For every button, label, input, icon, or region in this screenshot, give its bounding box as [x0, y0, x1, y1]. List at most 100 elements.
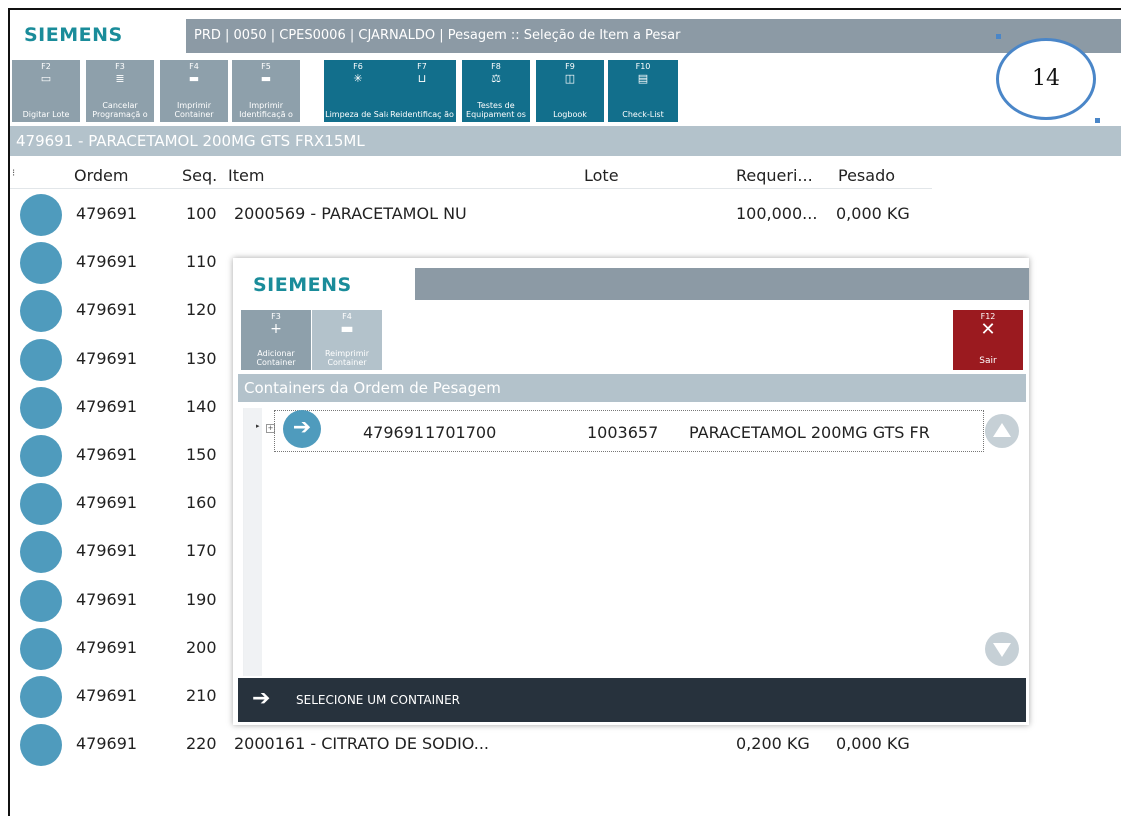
col-requerido[interactable]: Requeri... — [736, 166, 813, 185]
toolbar-label: Imprimir Container — [174, 101, 214, 119]
row-status-icon[interactable] — [20, 338, 62, 381]
toolbar-label: Reidentificaç ão — [390, 110, 454, 119]
row-seq: 140 — [186, 396, 217, 416]
row-ordem: 479691 — [76, 686, 138, 705]
row-seq: 100 — [186, 204, 217, 223]
row-item: 2000161 - CITRATO DE SODIO... — [234, 734, 489, 754]
row-status-icon[interactable] — [20, 676, 62, 718]
row-seq: 210 — [186, 686, 217, 705]
close-label: Sair — [979, 356, 997, 366]
toolbar-button-f7[interactable]: F7 ⊔ Reidentificaç ão — [388, 60, 456, 122]
container-row[interactable]: 479691 1701700 1003657 PARACETAMOL 200MG… — [274, 410, 984, 452]
annotation-badge: 14 — [996, 38, 1096, 120]
toolbar-button-f4[interactable]: F4 ▬ Imprimir Container — [160, 60, 228, 122]
column-chooser-icon[interactable]: ⁝ — [12, 168, 15, 179]
toolbar-label: Testes de Equipament os — [466, 101, 526, 119]
reidentify-icon: ⊔ — [417, 72, 427, 85]
toolbar-label: Check-List — [622, 110, 664, 119]
toolbar-label: Digitar Lote — [22, 110, 70, 119]
window-title: PRD | 0050 | CPES0006 | CJARNALDO | Pesa… — [186, 19, 1121, 53]
col-pesado[interactable]: Pesado — [838, 166, 895, 185]
keyboard-icon: ▭ — [40, 72, 52, 85]
toolbar-key: F5 — [261, 62, 271, 71]
select-container-arrow-icon[interactable]: ➔ — [283, 410, 321, 448]
row-pesado: 0,000 KG — [836, 734, 910, 754]
toolbar-button-f8[interactable]: F8 ⚖ Testes de Equipament os — [462, 60, 530, 122]
col-lote[interactable]: Lote — [584, 166, 619, 185]
row-ordem: 479691 — [76, 589, 138, 609]
book-icon: ◫ — [564, 72, 576, 85]
toolbar-button-f5[interactable]: F5 ▬ Imprimir Identificaçã o — [232, 60, 300, 122]
row-seq: 220 — [186, 734, 217, 754]
container-item-code: 1003657 — [587, 423, 659, 442]
row-ordem: 479691 — [76, 734, 138, 754]
toolbar-key: F10 — [635, 62, 651, 71]
add-container-label: Adicionar Container — [256, 349, 296, 367]
grid-header: ⁝ Ordem Seq. Item Lote Requeri... Pesado — [10, 162, 932, 189]
toolbar-button-f2[interactable]: F2 ▭ Digitar Lote — [12, 60, 80, 122]
dialog-titlebar — [415, 268, 1029, 300]
row-status-icon[interactable] — [20, 290, 62, 333]
list-gutter — [244, 408, 262, 676]
close-button[interactable]: F12 ✕ Sair — [953, 310, 1023, 370]
row-status-icon[interactable] — [20, 627, 62, 670]
toolbar-button-f10[interactable]: F10 ▤ Check-List — [608, 60, 678, 122]
scale-icon: ⚖ — [491, 72, 501, 85]
row-status-icon[interactable] — [20, 242, 62, 285]
toolbar-key: F3 — [115, 62, 125, 71]
table-row[interactable]: 479691 100 2000569 - PARACETAMOL NU 100,000… — [10, 190, 932, 238]
row-status-icon[interactable] — [20, 483, 62, 526]
scroll-up-button[interactable] — [985, 414, 1019, 448]
col-ordem[interactable]: Ordem — [74, 166, 128, 185]
row-ordem: 479691 — [76, 637, 138, 657]
toolbar-key: F9 — [565, 62, 575, 71]
row-ordem: 479691 — [76, 493, 138, 513]
col-seq[interactable]: Seq. — [182, 166, 217, 185]
toolbar-button-f9[interactable]: F9 ◫ Logbook — [536, 60, 604, 122]
toolbar-label: Logbook — [553, 110, 587, 119]
order-header: 479691 - PARACETAMOL 200MG GTS FRX15ML — [10, 126, 1121, 156]
row-status-icon[interactable] — [20, 724, 62, 767]
add-container-key: F3 — [271, 312, 281, 321]
scroll-down-button[interactable] — [985, 632, 1019, 666]
row-status-icon[interactable] — [20, 386, 62, 429]
add-container-button[interactable]: F3 + Adicionar Container — [241, 310, 311, 370]
row-seq: 120 — [186, 300, 217, 320]
row-requerido: 100,000... — [736, 204, 818, 223]
reprint-container-button[interactable]: F4 ▬ Reimprimir Container — [312, 310, 382, 370]
row-seq: 150 — [186, 445, 217, 464]
table-row[interactable]: 479691 220 2000161 - CITRATO DE SODIO... 0,… — [10, 720, 932, 768]
row-seq: 200 — [186, 637, 217, 657]
row-indicator-icon: ▸ — [256, 422, 260, 430]
siemens-logo: SIEMENS — [24, 24, 123, 46]
close-icon: ✕ — [980, 319, 996, 340]
cancel-schedule-icon: ≣ — [115, 72, 125, 85]
toolbar-key: F4 — [189, 62, 199, 71]
row-status-icon[interactable] — [20, 194, 62, 236]
row-requerido: 0,200 KG — [736, 734, 810, 754]
row-status-icon[interactable] — [20, 435, 62, 477]
toolbar-key: F2 — [41, 62, 51, 71]
printer-icon: ▬ — [340, 321, 354, 337]
row-status-icon[interactable] — [20, 531, 62, 574]
row-pesado: 0,000 KG — [836, 204, 910, 223]
badge-handle-top-left — [996, 34, 1001, 39]
toolbar-key: F8 — [491, 62, 501, 71]
col-item[interactable]: Item — [228, 166, 264, 185]
reprint-container-label: Reimprimir Container — [324, 349, 370, 367]
toolbar-button-f6[interactable]: F6 ✳ Limpeza de Sala — [324, 60, 392, 122]
row-status-icon[interactable] — [20, 579, 62, 622]
dialog-section-title: Containers da Ordem de Pesagem — [238, 374, 1026, 402]
printer-icon: ▬ — [188, 72, 200, 85]
row-ordem: 479691 — [76, 300, 138, 320]
dialog-siemens-logo: SIEMENS — [253, 274, 352, 296]
row-ordem: 479691 — [76, 204, 138, 223]
clipboard-icon: ▤ — [637, 72, 649, 85]
badge-handle-bottom-right — [1095, 118, 1100, 123]
reprint-container-key: F4 — [342, 312, 352, 321]
triangle-up-icon — [993, 423, 1011, 437]
toolbar-key: F7 — [417, 62, 427, 71]
toolbar-button-f3[interactable]: F3 ≣ Cancelar Programaçã o — [86, 60, 154, 122]
row-seq: 130 — [186, 348, 217, 368]
row-seq: 160 — [186, 493, 217, 513]
